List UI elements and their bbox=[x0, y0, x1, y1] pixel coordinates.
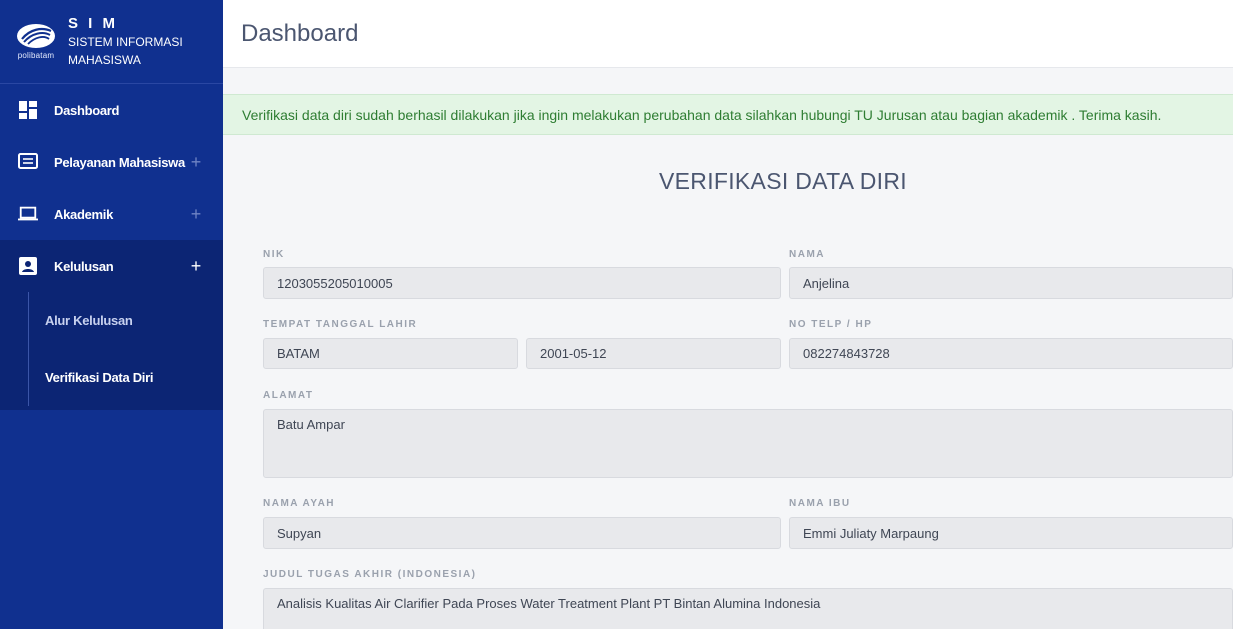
submenu-item-verifikasi-data-diri[interactable]: Verifikasi Data Diri bbox=[28, 349, 223, 406]
alert-text: Verifikasi data diri sudah berhasil dila… bbox=[242, 106, 1162, 123]
alamat-field[interactable]: Batu Ampar bbox=[263, 409, 1233, 478]
judul-field[interactable]: Analisis Kualitas Air Clarifier Pada Pro… bbox=[263, 588, 1233, 629]
top-header: Dashboard bbox=[223, 0, 1233, 68]
birth-place-field[interactable]: BATAM bbox=[263, 338, 518, 369]
sidebar-item-label: Pelayanan Mahasiswa bbox=[54, 154, 185, 170]
telp-label: NO TELP / HP bbox=[789, 319, 873, 330]
dashboard-icon bbox=[18, 100, 38, 120]
nama-field[interactable]: Anjelina bbox=[789, 267, 1233, 299]
nik-label: NIK bbox=[263, 249, 285, 260]
birth-date-field[interactable]: 2001-05-12 bbox=[526, 338, 781, 369]
nik-field[interactable]: 1203055205010005 bbox=[263, 267, 781, 299]
expand-icon[interactable]: + bbox=[191, 152, 202, 173]
polibatam-logo: polibatam bbox=[14, 23, 58, 60]
sidebar-item-label: Akademik bbox=[54, 206, 114, 222]
sidebar-item-label: Kelulusan bbox=[54, 258, 114, 274]
nama-label: NAMA bbox=[789, 249, 825, 260]
expand-icon[interactable]: + bbox=[191, 204, 202, 225]
brand[interactable]: polibatam S I M SISTEM INFORMASI MAHASIS… bbox=[0, 0, 223, 84]
logo-text: polibatam bbox=[17, 51, 55, 60]
badge-icon bbox=[18, 256, 38, 276]
telp-field[interactable]: 082274843728 bbox=[789, 338, 1233, 369]
nama-ayah-field[interactable]: Supyan bbox=[263, 517, 781, 549]
nama-ibu-field[interactable]: Emmi Juliaty Marpaung bbox=[789, 517, 1233, 549]
sidebar-nav: Dashboard Pelayanan Mahasiswa + Akademik… bbox=[0, 84, 223, 292]
sidebar-item-kelulusan[interactable]: Kelulusan + bbox=[0, 240, 223, 292]
judul-label: JUDUL TUGAS AKHIR (INDONESIA) bbox=[263, 569, 477, 580]
expand-icon[interactable]: + bbox=[191, 256, 202, 277]
sidebar: polibatam S I M SISTEM INFORMASI MAHASIS… bbox=[0, 0, 223, 629]
nama-ayah-label: NAMA AYAH bbox=[263, 498, 336, 509]
form-title: VERIFIKASI DATA DIRI bbox=[659, 168, 907, 194]
sidebar-item-dashboard[interactable]: Dashboard bbox=[0, 84, 223, 136]
ttl-label: TEMPAT TANGGAL LAHIR bbox=[263, 319, 418, 330]
kelulusan-submenu: Alur Kelulusan Verifikasi Data Diri bbox=[0, 292, 223, 410]
submenu-item-alur-kelulusan[interactable]: Alur Kelulusan bbox=[28, 292, 223, 349]
list-icon bbox=[18, 152, 38, 172]
brand-title: S I M bbox=[68, 14, 119, 32]
laptop-icon bbox=[18, 204, 38, 224]
success-alert: Verifikasi data diri sudah berhasil dila… bbox=[223, 94, 1233, 135]
alamat-label: ALAMAT bbox=[263, 390, 314, 401]
brand-subtitle: SISTEM INFORMASI MAHASISWA bbox=[68, 34, 183, 67]
sidebar-item-label: Dashboard bbox=[54, 102, 120, 118]
nama-ibu-label: NAMA IBU bbox=[789, 498, 851, 509]
sidebar-item-pelayanan-mahasiswa[interactable]: Pelayanan Mahasiswa + bbox=[0, 136, 223, 188]
page-title: Dashboard bbox=[241, 19, 359, 47]
sidebar-item-akademik[interactable]: Akademik + bbox=[0, 188, 223, 240]
